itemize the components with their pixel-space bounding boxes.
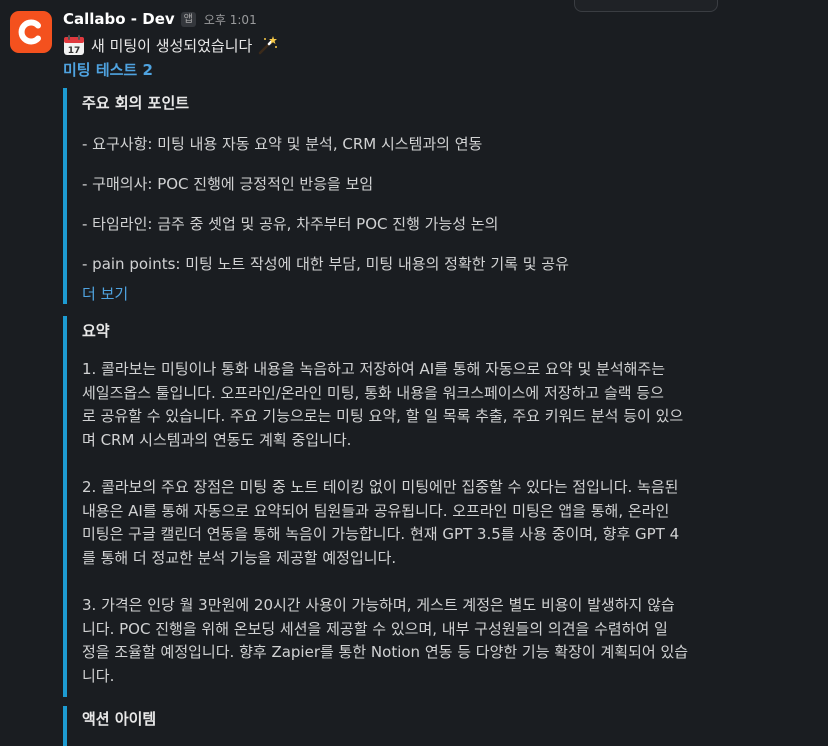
key-point-item: - 타임라인: 금주 중 셋업 및 공유, 차주부터 POC 진행 가능성 논의 — [82, 215, 499, 233]
message-header: Callabo - Dev 앱 오후 1:01 — [63, 8, 818, 30]
calendar-icon: 17 — [63, 34, 85, 56]
action-items-block: 액션 아이템 — [63, 706, 828, 746]
key-point-item: - 요구사항: 미팅 내용 자동 요약 및 분석, CRM 시스템과의 연동 — [82, 135, 483, 153]
key-point-item: - 구매의사: POC 진행에 긍정적인 반응을 보임 — [82, 175, 374, 193]
key-points-heading: 주요 회의 포인트 — [82, 94, 190, 112]
app-name[interactable]: Callabo - Dev — [63, 10, 175, 28]
announcement-text: 새 미팅이 생성되었습니다 — [91, 36, 253, 55]
summary-heading: 요약 — [82, 322, 110, 340]
action-items-heading: 액션 아이템 — [82, 710, 157, 728]
summary-paragraph: 3. 가격은 인당 월 3만원에 20시간 사용이 가능하며, 게스트 계정은 … — [82, 596, 689, 685]
key-point-item: - pain points: 미팅 노트 작성에 대한 부담, 미팅 내용의 정… — [82, 255, 569, 273]
summary-paragraph: 2. 콜라보의 주요 장점은 미팅 중 노트 테이킹 없이 미팅에만 집중할 수… — [82, 478, 680, 567]
app-badge: 앱 — [180, 11, 196, 27]
svg-text:17: 17 — [68, 46, 81, 56]
magic-wand-icon — [256, 34, 278, 56]
message: Callabo - Dev 앱 오후 1:01 17 새 미팅이 생성되었습니다 — [63, 8, 818, 81]
show-more-link[interactable]: 더 보기 — [82, 284, 828, 304]
summary-block: 요약 1. 콜라보는 미팅이나 통화 내용을 녹음하고 저장하여 AI를 통해 … — [63, 316, 828, 697]
app-avatar-icon[interactable] — [10, 11, 52, 53]
announcement-line: 17 새 미팅이 생성되었습니다 — [63, 33, 818, 57]
summary-paragraph: 1. 콜라보는 미팅이나 통화 내용을 녹음하고 저장하여 AI를 통해 자동으… — [82, 360, 684, 449]
meeting-title-link[interactable]: 미팅 테스트 2 — [63, 59, 818, 81]
key-points-block: 주요 회의 포인트 - 요구사항: 미팅 내용 자동 요약 및 분석, CRM … — [63, 88, 828, 304]
timestamp[interactable]: 오후 1:01 — [204, 11, 257, 28]
